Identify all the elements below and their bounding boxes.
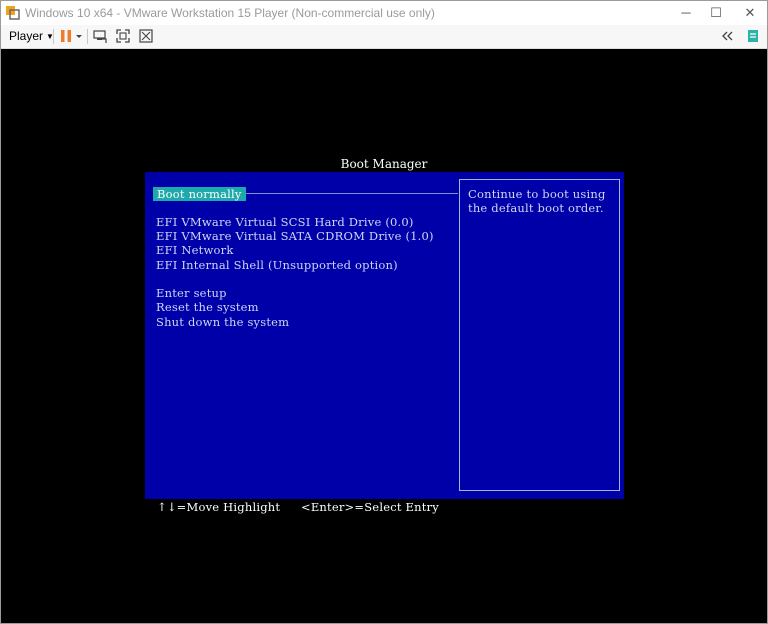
back-icon[interactable] [719,28,735,44]
title-bar[interactable]: Windows 10 x64 - VMware Workstation 15 P… [1,1,767,25]
vmware-player-window: Windows 10 x64 - VMware Workstation 15 P… [0,0,768,624]
footer-select-hint: <Enter>=Select Entry [301,500,439,514]
close-button[interactable]: ✕ [735,1,765,25]
footer-move-hint: ↑↓=Move Highlight [157,500,281,514]
player-menu-button[interactable]: Player ▼ [9,28,54,45]
player-menu-label: Player [9,29,44,43]
vmware-app-icon [6,6,20,20]
boot-manager-title: Boot Manager [340,157,428,171]
unity-icon[interactable] [138,28,154,44]
boot-entry-scsi-hard-drive[interactable]: EFI VMware Virtual SCSI Hard Drive (0.0) [156,215,414,229]
boot-entry-enter-setup[interactable]: Enter setup [156,286,227,300]
window-title: Windows 10 x64 - VMware Workstation 15 P… [25,6,435,20]
toolbar-divider [53,29,54,44]
pause-icon[interactable] [58,28,74,44]
help-text: Continue to boot using the default boot … [468,187,606,215]
toolbar: Player ▼ [1,25,767,49]
boot-entry-sata-cdrom[interactable]: EFI VMware Virtual SATA CDROM Drive (1.0… [156,229,434,243]
toolbar-divider [87,29,88,44]
vm-screen[interactable]: Boot Manager Boot normally EFI VMware Vi… [1,49,767,623]
boot-entry-internal-shell[interactable]: EFI Internal Shell (Unsupported option) [156,258,398,272]
boot-entry-shut-down[interactable]: Shut down the system [156,315,289,329]
send-ctrl-alt-del-icon[interactable] [92,28,108,44]
maximize-button[interactable]: ☐ [701,1,731,25]
fullscreen-icon[interactable] [115,28,131,44]
minimize-button[interactable]: ─ [671,1,701,25]
boot-entry-network[interactable]: EFI Network [156,243,234,257]
help-box [459,179,620,491]
boot-entry-boot-normally[interactable]: Boot normally [153,187,246,201]
notes-icon[interactable] [745,28,761,44]
header-divider [241,193,458,194]
boot-entry-reset[interactable]: Reset the system [156,300,259,314]
pause-dropdown-icon[interactable] [74,28,84,44]
